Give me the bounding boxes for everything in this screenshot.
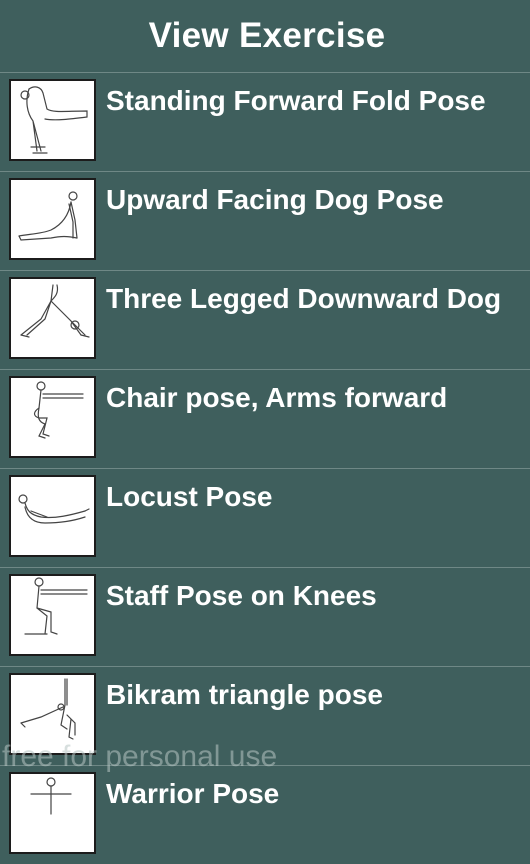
- three-legged-downward-dog-icon: [9, 277, 96, 359]
- exercise-item-staff-pose-knees[interactable]: Staff Pose on Knees: [0, 567, 530, 666]
- exercise-label: Upward Facing Dog Pose: [106, 184, 444, 215]
- exercise-label: Chair pose, Arms forward: [106, 382, 448, 413]
- exercise-item-locust-pose[interactable]: Locust Pose: [0, 468, 530, 567]
- exercise-label: Standing Forward Fold Pose: [106, 85, 486, 116]
- page-title: View Exercise: [148, 16, 386, 55]
- exercise-item-bikram-triangle[interactable]: Bikram triangle pose: [0, 666, 530, 765]
- standing-forward-fold-icon: [9, 79, 96, 161]
- exercise-item-chair-pose[interactable]: Chair pose, Arms forward: [0, 369, 530, 468]
- staff-pose-knees-icon: [9, 574, 96, 656]
- bikram-triangle-icon: [9, 673, 96, 755]
- exercise-item-upward-facing-dog[interactable]: Upward Facing Dog Pose: [0, 171, 530, 270]
- locust-pose-icon: [9, 475, 96, 557]
- exercise-list: Standing Forward Fold Pose Upward Facing…: [0, 72, 530, 864]
- chair-pose-icon: [9, 376, 96, 458]
- app-header: View Exercise: [0, 0, 530, 72]
- exercise-label: Warrior Pose: [106, 778, 280, 809]
- exercise-item-three-legged-downward-dog[interactable]: Three Legged Downward Dog: [0, 270, 530, 369]
- exercise-label: Three Legged Downward Dog: [106, 283, 502, 314]
- upward-facing-dog-icon: [9, 178, 96, 260]
- exercise-label: Staff Pose on Knees: [106, 580, 377, 611]
- exercise-item-standing-forward-fold[interactable]: Standing Forward Fold Pose: [0, 72, 530, 171]
- exercise-label: Locust Pose: [106, 481, 273, 512]
- exercise-label: Bikram triangle pose: [106, 679, 383, 710]
- warrior-pose-icon: [9, 772, 96, 854]
